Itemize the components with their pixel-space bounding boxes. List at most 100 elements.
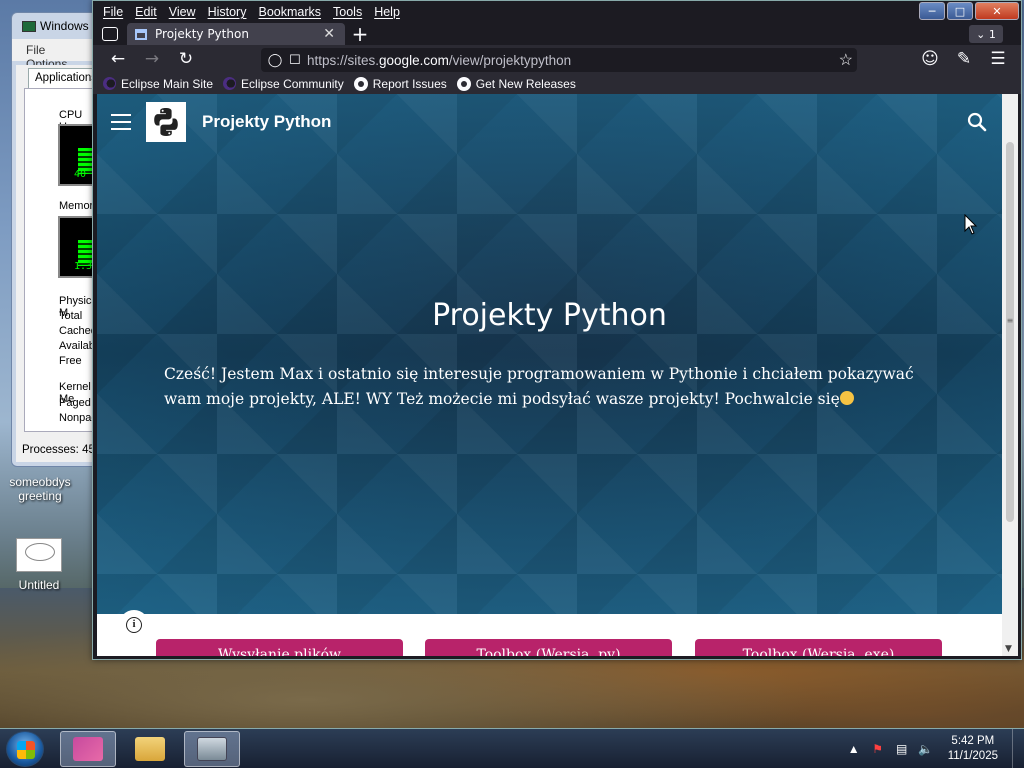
desktop-icon-greeting[interactable]: someobdys greeting (2, 475, 78, 503)
hero-text: Cześć! Jestem Max i ostatnio się interes… (164, 365, 914, 408)
browser-window[interactable]: File Edit View History Bookmarks Tools H… (92, 0, 1022, 660)
menu-file[interactable]: File (103, 5, 123, 19)
info-button[interactable]: i (119, 610, 149, 640)
maximize-button[interactable]: □ (947, 2, 973, 20)
scrollbar-grip-icon: ≡ (1006, 316, 1014, 325)
task-manager-icon (197, 737, 227, 761)
toolbox-py-button[interactable]: Toolbox (Wersja .py) (425, 639, 672, 656)
task-manager-titlebar[interactable]: Windows (12, 13, 100, 39)
bookmark-report-issues[interactable]: Report Issues (353, 76, 447, 91)
taskbar-firefox[interactable] (60, 731, 116, 767)
toolbox-exe-button[interactable]: Toolbox (Wersja .exe) (695, 639, 942, 656)
desktop-icon-untitled[interactable]: Untitled (10, 538, 68, 592)
scrollbar-thumb[interactable] (1006, 142, 1014, 522)
page-scrollbar[interactable]: ≡ ▼ (1002, 94, 1018, 656)
python-logo-icon[interactable] (146, 102, 186, 142)
eclipse-icon (103, 77, 116, 90)
menu-tools[interactable]: Tools (333, 5, 362, 19)
page-title: Projekty Python (432, 298, 667, 333)
browser-menubar: File Edit View History Bookmarks Tools H… (93, 1, 1021, 23)
bookmark-label: Eclipse Main Site (121, 76, 214, 91)
url-path: /view/projektypython (448, 52, 572, 68)
reload-icon: ↻ (178, 49, 194, 69)
scroll-down-icon[interactable]: ▼ (1005, 644, 1012, 654)
info-icon: i (126, 617, 142, 633)
site-menu-button[interactable] (111, 114, 131, 130)
site-title[interactable]: Projekty Python (202, 112, 331, 132)
grinning-emoji-icon (839, 391, 854, 405)
process-count: Processes: 45 (22, 444, 95, 456)
menu-history[interactable]: History (208, 5, 247, 19)
github-icon (456, 76, 471, 91)
browser-app-icon (73, 737, 103, 761)
bookmark-label: Report Issues (372, 76, 447, 91)
back-button[interactable]: ← (101, 45, 135, 73)
performance-panel: CPU Usage 40 % Memory 1.32 Physical M To… (24, 88, 110, 432)
task-manager-icon (22, 21, 36, 32)
bookmark-star-icon[interactable]: ☆ (839, 50, 853, 70)
show-desktop-button[interactable] (1012, 729, 1024, 768)
bookmark-label: Eclipse Community (241, 76, 344, 91)
taskbar-explorer[interactable] (122, 731, 178, 767)
eclipse-icon (223, 77, 237, 90)
bookmarks-toolbar: Eclipse Main Site Eclipse Community Repo… (93, 73, 1021, 94)
navigation-toolbar: ← → ↻ ◯ ☐ https://sites. google.com/view/… (93, 45, 1021, 73)
bookmark-label: Get New Releases (475, 76, 576, 91)
tab-close-icon[interactable]: ✕ (323, 26, 335, 42)
lock-icon[interactable]: ☐ (287, 52, 303, 68)
menu-view[interactable]: View (169, 5, 196, 19)
upload-files-button[interactable]: Wysyłanie plików (156, 639, 403, 656)
chevron-down-icon: ⌄ (976, 27, 989, 41)
taskbar-task-manager[interactable] (184, 731, 240, 767)
tab-strip: Projekty Python ✕ + ⌄ 1 (93, 22, 1021, 46)
app-menu-button[interactable]: ☰ (981, 45, 1015, 73)
reload-button[interactable]: ↻ (169, 45, 203, 73)
close-button[interactable]: ✕ (975, 2, 1019, 20)
mouse-cursor-icon (964, 214, 978, 235)
task-manager-window[interactable]: Windows File Options Applications CPU Us… (11, 12, 110, 467)
clock[interactable]: 5:42 PM 11/1/2025 (948, 734, 998, 764)
page-content: Projekty Python Projekty Python Cześć! J… (97, 94, 1002, 656)
url-prefix: https://sites. (307, 52, 380, 68)
menu-help[interactable]: Help (374, 5, 400, 19)
bookmark-get-new-releases[interactable]: Get New Releases (456, 76, 576, 91)
task-manager-menu: File Options (12, 39, 100, 71)
tab-count-value: 1 (988, 27, 996, 41)
new-tab-button[interactable]: + (345, 22, 375, 46)
network-icon[interactable]: ▤ (894, 742, 910, 756)
desktop-icon-label: someobdys greeting (9, 475, 71, 503)
system-tray: ▲ ⚑ ▤ 🔈 5:42 PM 11/1/2025 (846, 729, 1024, 768)
menu-bookmarks[interactable]: Bookmarks (258, 5, 321, 19)
account-button[interactable]: ☺ (913, 45, 947, 73)
tab-title: Projekty Python (155, 27, 249, 41)
search-icon (967, 112, 987, 132)
task-manager-title: Windows (40, 19, 89, 33)
physical-total: Total (59, 310, 83, 322)
puzzle-icon: ✎ (956, 49, 972, 69)
show-hidden-icons-icon[interactable]: ▲ (846, 742, 862, 756)
tab-count-button[interactable]: ⌄ 1 (969, 25, 1003, 43)
minimize-button[interactable]: ─ (919, 2, 945, 20)
search-button[interactable] (965, 110, 989, 134)
clock-date: 11/1/2025 (947, 750, 998, 762)
tab-projekty-python[interactable]: Projekty Python ✕ (127, 23, 345, 45)
folder-icon (135, 737, 165, 761)
volume-muted-icon[interactable]: 🔈 (918, 742, 934, 756)
forward-button[interactable]: → (135, 45, 169, 73)
window-controls: ─ □ ✕ (919, 2, 1019, 20)
menu-file[interactable]: File (26, 43, 45, 57)
tab-list-button[interactable] (93, 23, 127, 45)
clock-time: 5:42 PM (951, 735, 995, 747)
shield-icon[interactable]: ◯ (267, 52, 283, 68)
url-bar[interactable]: ◯ ☐ https://sites. google.com/view/projek… (261, 48, 857, 72)
image-file-icon (16, 538, 62, 572)
extensions-button[interactable]: ✎ (947, 45, 981, 73)
action-center-icon[interactable]: ⚑ (870, 742, 886, 756)
bookmark-eclipse-main[interactable]: Eclipse Main Site (103, 77, 213, 91)
physical-free: Free (59, 355, 82, 367)
start-button[interactable] (6, 731, 44, 767)
menu-edit[interactable]: Edit (135, 5, 157, 19)
bookmark-eclipse-community[interactable]: Eclipse Community (223, 77, 344, 91)
google-sites-favicon-icon (135, 28, 147, 40)
kernel-paged: Paged (59, 397, 91, 409)
